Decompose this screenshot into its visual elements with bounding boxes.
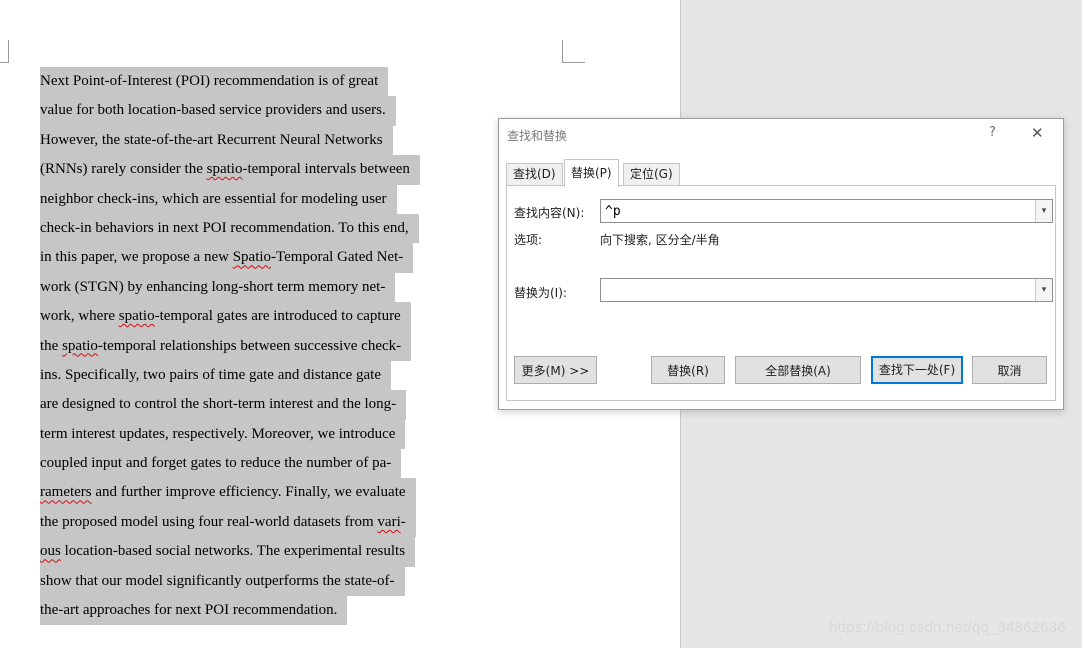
- misspelled-word[interactable]: ous: [40, 543, 61, 559]
- text-run[interactable]: in this paper, we propose a new: [40, 249, 233, 265]
- text-line[interactable]: check-in behaviors in next POI recommend…: [40, 213, 420, 244]
- text-run[interactable]: the proposed model using four real-world…: [40, 514, 377, 530]
- text-run[interactable]: Next Point-of-Interest (POI) recommendat…: [40, 73, 378, 89]
- text-line[interactable]: ins. Specifically, two pairs of time gat…: [40, 360, 420, 391]
- cancel-button[interactable]: 取消: [972, 356, 1047, 384]
- selection-highlight[interactable]: the-art approaches for next POI recommen…: [40, 596, 348, 626]
- text-run[interactable]: However, the state-of-the-art Recurrent …: [40, 132, 383, 148]
- selection-highlight[interactable]: check-in behaviors in next POI recommend…: [40, 213, 419, 244]
- tab-find[interactable]: 查找(D): [506, 163, 563, 185]
- selection-highlight[interactable]: in this paper, we propose a new Spatio-T…: [40, 243, 414, 273]
- text-run[interactable]: show that our model significantly outper…: [40, 573, 395, 589]
- text-line[interactable]: the spatio-temporal relationships betwee…: [40, 331, 420, 361]
- text-run[interactable]: value for both location-based service pr…: [40, 102, 386, 118]
- text-run[interactable]: work, where: [40, 308, 119, 324]
- selection-highlight[interactable]: rameters and further improve efficiency.…: [40, 478, 416, 508]
- find-next-button[interactable]: 查找下一处(F): [871, 356, 963, 384]
- selection-highlight[interactable]: are designed to control the short-term i…: [40, 390, 407, 420]
- text-line[interactable]: neighbor check-ins, which are essential …: [40, 184, 420, 214]
- misspelled-word[interactable]: vari: [377, 514, 400, 530]
- selection-highlight[interactable]: term interest updates, respectively. Mor…: [40, 419, 406, 450]
- document-body-text[interactable]: Next Point-of-Interest (POI) recommendat…: [40, 67, 420, 626]
- text-line[interactable]: Next Point-of-Interest (POI) recommendat…: [40, 67, 420, 97]
- selection-highlight[interactable]: (RNNs) rarely consider the spatio-tempor…: [40, 155, 420, 185]
- replace-with-label: 替换为(I):: [514, 286, 567, 300]
- more-button[interactable]: 更多(M) >>: [514, 356, 597, 384]
- selection-highlight[interactable]: coupled input and forget gates to reduce…: [40, 449, 402, 479]
- text-line[interactable]: work (STGN) by enhancing long-short term…: [40, 272, 420, 303]
- find-what-combobox[interactable]: ^p ▾: [600, 199, 1053, 223]
- text-line[interactable]: term interest updates, respectively. Mor…: [40, 419, 420, 450]
- text-line[interactable]: the-art approaches for next POI recommen…: [40, 596, 420, 626]
- dialog-title: 查找和替换: [507, 129, 568, 143]
- text-line[interactable]: rameters and further improve efficiency.…: [40, 478, 420, 508]
- find-replace-dialog: 查找和替换 ? ✕ 查找(D) 替换(P) 定位(G) 查找内容(N): ^p …: [498, 118, 1064, 410]
- text-line[interactable]: in this paper, we propose a new Spatio-T…: [40, 243, 420, 273]
- selection-highlight[interactable]: the proposed model using four real-world…: [40, 507, 416, 538]
- text-run[interactable]: and further improve efficiency. Finally,…: [92, 484, 405, 500]
- help-icon[interactable]: ?: [989, 125, 996, 140]
- text-run[interactable]: term interest updates, respectively. Mor…: [40, 426, 395, 442]
- text-run[interactable]: -Temporal Gated Net-: [271, 249, 403, 265]
- text-run[interactable]: -: [401, 514, 406, 530]
- find-what-label: 查找内容(N):: [514, 206, 585, 220]
- misspelled-word[interactable]: Spatio: [233, 249, 271, 265]
- selection-highlight[interactable]: Next Point-of-Interest (POI) recommendat…: [40, 67, 389, 97]
- selection-highlight[interactable]: work, where spatio-temporal gates are in…: [40, 302, 411, 332]
- selection-highlight[interactable]: However, the state-of-the-art Recurrent …: [40, 125, 393, 156]
- selection-highlight[interactable]: the spatio-temporal relationships betwee…: [40, 331, 412, 361]
- text-line[interactable]: are designed to control the short-term i…: [40, 390, 420, 420]
- selection-highlight[interactable]: ins. Specifically, two pairs of time gat…: [40, 360, 392, 391]
- text-run[interactable]: the-art approaches for next POI recommen…: [40, 602, 337, 618]
- selection-highlight[interactable]: value for both location-based service pr…: [40, 96, 396, 126]
- text-run[interactable]: check-in behaviors in next POI recommend…: [40, 220, 409, 236]
- text-run[interactable]: coupled input and forget gates to reduce…: [40, 455, 391, 471]
- text-line[interactable]: (RNNs) rarely consider the spatio-tempor…: [40, 155, 420, 185]
- selection-highlight[interactable]: work (STGN) by enhancing long-short term…: [40, 272, 396, 303]
- text-line[interactable]: the proposed model using four real-world…: [40, 507, 420, 538]
- text-line[interactable]: ous location-based social networks. The …: [40, 537, 420, 567]
- misspelled-word[interactable]: rameters: [40, 484, 92, 500]
- replace-button[interactable]: 替换(R): [651, 356, 725, 384]
- text-line[interactable]: work, where spatio-temporal gates are in…: [40, 302, 420, 332]
- text-run[interactable]: the: [40, 338, 62, 354]
- options-value: 向下搜索, 区分全/半角: [600, 233, 720, 247]
- replace-with-combobox[interactable]: ▾: [600, 278, 1053, 302]
- misspelled-word[interactable]: spatio: [207, 161, 243, 177]
- close-icon[interactable]: ✕: [1031, 124, 1044, 142]
- text-line[interactable]: show that our model significantly outper…: [40, 566, 420, 597]
- watermark: https://blog.csdn.net/qq_34862636: [829, 619, 1066, 636]
- text-run[interactable]: -temporal relationships between successi…: [98, 338, 401, 354]
- text-line[interactable]: value for both location-based service pr…: [40, 96, 420, 126]
- text-run[interactable]: are designed to control the short-term i…: [40, 396, 396, 412]
- text-run[interactable]: (RNNs) rarely consider the: [40, 161, 207, 177]
- tab-replace[interactable]: 替换(P): [564, 159, 619, 187]
- text-run[interactable]: ins. Specifically, two pairs of time gat…: [40, 367, 381, 383]
- text-run[interactable]: work (STGN) by enhancing long-short term…: [40, 279, 385, 295]
- margin-corner-mark: [0, 40, 9, 63]
- chevron-down-icon[interactable]: ▾: [1035, 279, 1052, 301]
- text-run[interactable]: -temporal intervals between: [242, 161, 409, 177]
- selection-highlight[interactable]: neighbor check-ins, which are essential …: [40, 184, 397, 214]
- text-run[interactable]: location-based social networks. The expe…: [61, 543, 405, 559]
- misspelled-word[interactable]: spatio: [62, 338, 98, 354]
- text-line[interactable]: However, the state-of-the-art Recurrent …: [40, 125, 420, 156]
- misspelled-word[interactable]: spatio: [119, 308, 155, 324]
- find-what-value[interactable]: ^p: [605, 204, 621, 219]
- tab-goto[interactable]: 定位(G): [623, 163, 680, 185]
- replace-all-button[interactable]: 全部替换(A): [735, 356, 861, 384]
- options-label: 选项:: [514, 233, 543, 247]
- margin-corner-mark: [562, 40, 585, 63]
- selection-highlight[interactable]: ous location-based social networks. The …: [40, 537, 416, 567]
- text-run[interactable]: -temporal gates are introduced to captur…: [155, 308, 401, 324]
- text-line[interactable]: coupled input and forget gates to reduce…: [40, 449, 420, 479]
- chevron-down-icon[interactable]: ▾: [1035, 200, 1052, 222]
- text-run[interactable]: neighbor check-ins, which are essential …: [40, 191, 387, 207]
- selection-highlight[interactable]: show that our model significantly outper…: [40, 566, 405, 597]
